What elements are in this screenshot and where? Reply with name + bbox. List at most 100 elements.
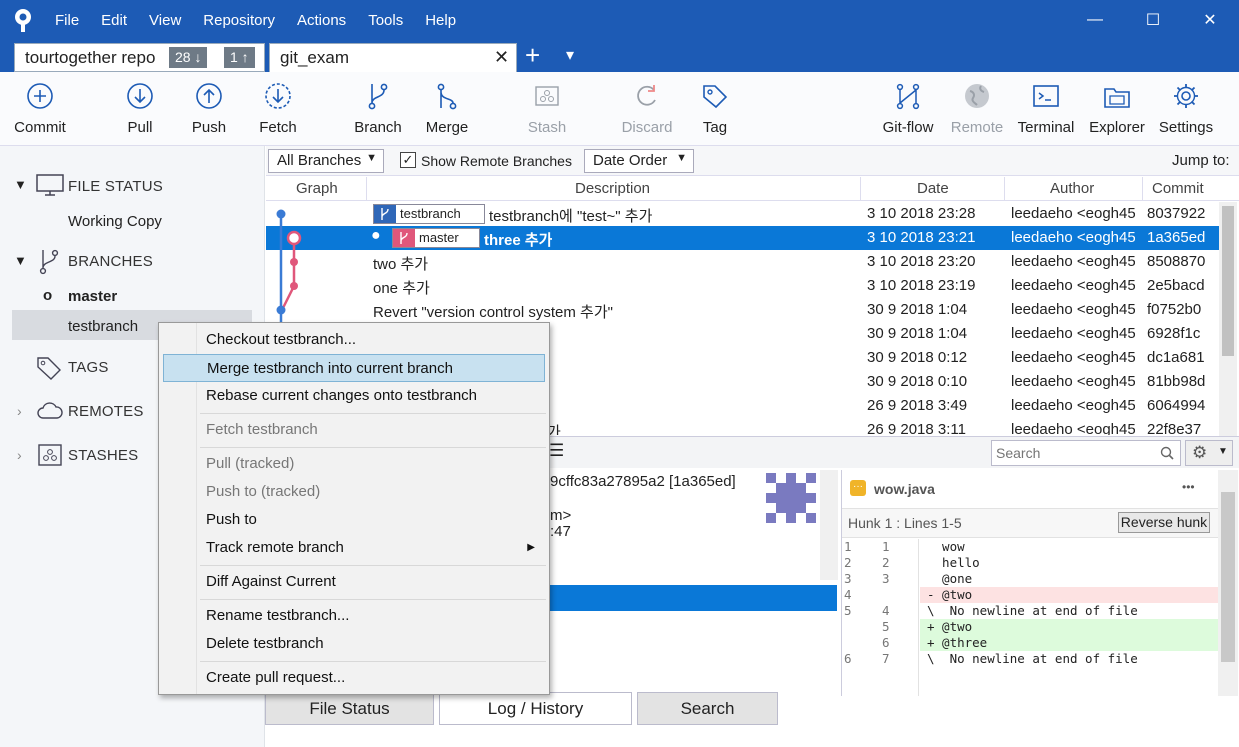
log-row[interactable]: one 추가 3 10 2018 23:19 leedaeho <eogh45 … [266,274,1237,298]
menu-checkout[interactable]: Checkout testbranch... [163,326,545,354]
show-remote-checkbox[interactable]: ✓ [400,152,416,168]
current-branch-icon: o [43,287,53,304]
log-scrollbar[interactable] [1219,202,1237,436]
chevron-down-icon[interactable]: ▼ [14,177,27,192]
col-description[interactable]: Description [575,180,650,197]
maximize-button[interactable]: ☐ [1124,0,1182,40]
col-author[interactable]: Author [1050,180,1094,197]
log-table-header: Graph Description Date Author Commit [266,177,1239,201]
menu-diff-against-current[interactable]: Diff Against Current [163,568,545,596]
menu-tools[interactable]: Tools [357,12,414,29]
menu-help[interactable]: Help [414,12,467,29]
diff-scrollbar-thumb[interactable] [1221,492,1235,662]
remote-button[interactable]: Remote [946,78,1008,142]
reverse-hunk-button[interactable]: Reverse hunk [1118,512,1210,533]
tab-tourtogether[interactable]: tourtogether repo 28 ↓ 1 ↑ [14,43,265,72]
menu-push-to-tracked[interactable]: Push to (tracked) [163,478,545,506]
tab-search[interactable]: Search [637,692,778,725]
new-tab-icon[interactable]: + [525,40,540,71]
col-date[interactable]: Date [917,180,949,197]
main-toolbar: Commit Pull Push Fetch Branch Merge Stas… [0,72,1239,146]
discard-icon [637,85,656,106]
diff-scrollbar[interactable] [1218,470,1238,696]
menu-view[interactable]: View [138,12,192,29]
log-row[interactable]: Revert "version control system 추가" 30 9 … [266,298,1237,322]
section-file-status[interactable]: FILE STATUS [68,178,163,195]
branches-select[interactable]: All Branches ▼ [268,149,384,173]
menu-pull[interactable]: Pull (tracked) [163,450,545,478]
monitor-icon [36,174,64,196]
sidebar-item-master[interactable]: master [68,288,117,305]
section-tags[interactable]: TAGS [68,359,109,376]
menu-create-pull-request[interactable]: Create pull request... [163,664,545,692]
settings-button[interactable]: Settings [1155,78,1217,142]
menu-edit[interactable]: Edit [90,12,138,29]
tab-file-status[interactable]: File Status [265,692,434,725]
head-marker-icon: ● [371,227,381,244]
menu-merge[interactable]: Merge testbranch into current branch [163,354,545,382]
details-scrollbar[interactable] [820,470,838,580]
menu-track-remote[interactable]: Track remote branch ▶ [163,534,545,562]
chevron-right-icon[interactable]: › [17,403,22,419]
pull-button[interactable]: Pull [112,78,168,142]
menu-file[interactable]: File [44,12,90,29]
minimize-button[interactable]: — [1066,0,1124,40]
fetch-label: Fetch [259,119,297,136]
chevron-down-icon[interactable]: ▼ [14,253,27,268]
tab-git-exam[interactable]: git_exam ✕ [269,43,517,72]
settings-dropdown-button[interactable]: ⚙ ▼ [1185,440,1233,466]
tab-log-history[interactable]: Log / History [439,692,632,725]
chevron-right-icon[interactable]: › [17,447,22,463]
file-list-selected-row[interactable] [549,585,837,611]
commit-button[interactable]: Commit [6,78,74,142]
sidebar-item-testbranch[interactable]: testbranch [68,318,138,335]
menu-rename[interactable]: Rename testbranch... [163,602,545,630]
section-branches[interactable]: BRANCHES [68,253,153,270]
menu-push-to[interactable]: Push to [163,506,545,534]
menu-fetch[interactable]: Fetch testbranch [163,416,545,444]
order-select[interactable]: Date Order ▼ [584,149,694,173]
commit-date: 30 9 2018 1:04 [867,325,968,342]
menu-delete[interactable]: Delete testbranch [163,630,545,658]
log-filter-bar: All Branches ▼ ✓ Show Remote Branches Da… [266,146,1239,176]
search-field[interactable] [996,444,1156,462]
chevron-down-icon: ▼ [676,152,687,164]
commit-date: 26 9 2018 3:49 [867,397,968,414]
section-remotes[interactable]: REMOTES [68,403,144,420]
section-stashes[interactable]: STASHES [68,447,138,464]
list-view-icon[interactable]: ☰ [549,441,564,461]
log-scrollbar-thumb[interactable] [1222,206,1234,356]
log-row[interactable]: two 추가 3 10 2018 23:20 leedaeho <eogh45 … [266,250,1237,274]
log-row[interactable]: testbranch testbranch에 "test~" 추가 3 10 2… [266,202,1237,226]
stash-button[interactable]: Stash [519,78,575,142]
tag-button[interactable]: Tag [690,78,740,142]
branches-select-value: All Branches [277,152,362,169]
close-icon: ✕ [1203,12,1217,29]
merge-button[interactable]: Merge [418,78,476,142]
push-button[interactable]: Push [181,78,237,142]
menu-rebase[interactable]: Rebase current changes onto testbranch [163,382,545,410]
menu-actions[interactable]: Actions [286,12,357,29]
fetch-button[interactable]: Fetch [250,78,306,142]
commit-author: leedaeho <eogh45 [1011,277,1135,294]
commit-date: 30 9 2018 0:10 [867,373,968,390]
search-input[interactable] [991,440,1181,466]
terminal-button[interactable]: Terminal [1013,78,1079,142]
discard-button[interactable]: Discard [615,78,679,142]
more-options-icon[interactable]: ••• [1182,480,1195,494]
col-commit[interactable]: Commit [1152,180,1204,197]
tab-dropdown-icon[interactable]: ▾ [566,45,574,65]
explorer-button[interactable]: Explorer [1085,78,1149,142]
tab-close-icon[interactable]: ✕ [494,47,509,68]
diff-line: 22 hello [844,555,980,570]
close-button[interactable]: ✕ [1181,0,1239,40]
gear-icon [1174,84,1198,108]
commit-author-line: m> [550,507,572,524]
gitflow-button[interactable]: Git-flow [876,78,940,142]
submenu-arrow-icon: ▶ [527,542,535,553]
menu-repository[interactable]: Repository [192,12,286,29]
log-row-selected[interactable]: ● master three 추가 3 10 2018 23:21 leedae… [266,226,1237,250]
branch-button[interactable]: Branch [350,78,406,142]
col-graph[interactable]: Graph [296,180,338,197]
sidebar-item-working-copy[interactable]: Working Copy [68,213,162,230]
